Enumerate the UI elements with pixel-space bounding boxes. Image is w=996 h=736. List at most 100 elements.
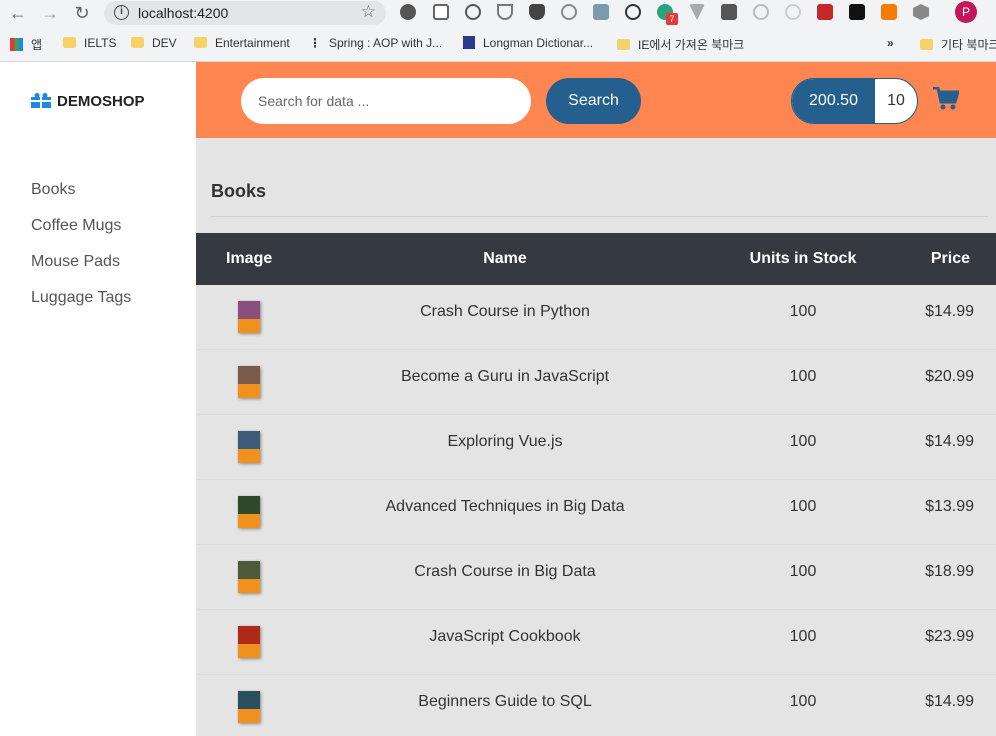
bookmark-folder[interactable]: IELTS xyxy=(63,36,116,52)
brand[interactable]: DEMOSHOP xyxy=(0,62,196,138)
product-stock: 100 xyxy=(789,563,817,580)
sidebar-item-books[interactable]: Books xyxy=(31,181,75,199)
back-icon[interactable]: ← xyxy=(6,2,30,24)
product-name[interactable]: Exploring Vue.js xyxy=(325,433,685,451)
product-stock: 100 xyxy=(789,628,817,645)
apps-grid-icon xyxy=(10,38,23,51)
table-row: Beginners Guide to SQL 100 $14.99 xyxy=(196,675,996,736)
address-url: localhost:4200 xyxy=(138,5,229,21)
product-name[interactable]: Advanced Techniques in Big Data xyxy=(325,498,685,516)
terminal-icon[interactable] xyxy=(849,4,865,20)
cart-quantity: 10 xyxy=(887,92,905,109)
folder-icon xyxy=(920,39,933,50)
sidebar-item-luggage-tags[interactable]: Luggage Tags xyxy=(31,289,131,307)
browser-nav-row: ← → ↻ i localhost:4200 ☆ 7 P xyxy=(0,0,996,28)
product-name[interactable]: Become a Guru in JavaScript xyxy=(325,368,685,386)
product-image[interactable] xyxy=(238,691,260,723)
bookmark-label: 앱 xyxy=(31,38,43,52)
product-table-body: Crash Course in Python 100 $14.99 Become a … xyxy=(196,285,996,736)
bookmark-star-icon[interactable]: ☆ xyxy=(361,2,376,22)
cart-status[interactable]: 200.50 10 xyxy=(791,78,918,124)
address-bar[interactable]: i localhost:4200 ☆ xyxy=(104,1,386,25)
product-image[interactable] xyxy=(238,626,260,658)
table-row: Advanced Techniques in Big Data 100 $13.99 xyxy=(196,480,996,545)
category-title: Books xyxy=(211,181,267,201)
product-name[interactable]: Crash Course in Python xyxy=(325,303,685,321)
bookmark-folder[interactable]: Entertainment xyxy=(194,36,290,52)
product-image-cover xyxy=(238,709,260,723)
site-info-icon[interactable]: i xyxy=(114,5,129,20)
extension-icon[interactable] xyxy=(817,4,833,20)
shopping-cart-icon[interactable] xyxy=(933,87,959,111)
divider xyxy=(211,216,988,217)
folder-icon xyxy=(63,37,76,48)
bookmark-folder[interactable]: IE에서 가져온 북마크 xyxy=(617,36,744,52)
extension-icon[interactable] xyxy=(913,4,929,20)
product-image-photo xyxy=(238,301,260,319)
product-name[interactable]: Crash Course in Big Data xyxy=(325,563,685,581)
brand-name: DEMOSHOP xyxy=(57,93,145,110)
extension-icon[interactable] xyxy=(433,4,449,20)
bookmark-folder[interactable]: DEV xyxy=(131,36,177,52)
forward-icon[interactable]: → xyxy=(38,2,62,24)
spring-icon: ⋮ xyxy=(309,36,321,50)
table-row: Exploring Vue.js 100 $14.99 xyxy=(196,415,996,480)
bookmark-link[interactable]: Longman Dictionar... xyxy=(463,36,593,52)
product-image-photo xyxy=(238,496,260,514)
bookmark-label: IELTS xyxy=(84,36,117,50)
product-price: $14.99 xyxy=(925,303,974,320)
product-image-photo xyxy=(238,431,260,449)
sidebar-item-mouse-pads[interactable]: Mouse Pads xyxy=(31,253,120,271)
profile-avatar[interactable]: P xyxy=(955,1,977,23)
gift-icon xyxy=(31,93,51,108)
app: DEMOSHOP Search 200.50 10 Books Coffee M… xyxy=(0,62,996,736)
product-stock: 100 xyxy=(789,303,817,320)
bookmark-label: Longman Dictionar... xyxy=(483,36,594,50)
product-image[interactable] xyxy=(238,431,260,463)
product-image[interactable] xyxy=(238,301,260,333)
product-price: $13.99 xyxy=(925,498,974,515)
product-price: $14.99 xyxy=(925,693,974,710)
extension-icon[interactable] xyxy=(400,4,416,20)
ublock-icon[interactable] xyxy=(529,4,545,20)
search-button[interactable]: Search xyxy=(546,78,641,124)
extension-icon[interactable] xyxy=(721,4,737,20)
globe-icon[interactable] xyxy=(561,4,577,20)
product-image-cover xyxy=(238,449,260,463)
vue-devtools-icon[interactable] xyxy=(689,4,705,20)
bookmark-link[interactable]: ⋮ Spring : AOP with J... xyxy=(309,36,442,52)
top-bar: Search 200.50 10 xyxy=(196,62,996,138)
bookmark-label: DEV xyxy=(152,36,177,50)
longman-icon xyxy=(463,36,475,49)
bookmark-label: 기타 북마크 xyxy=(941,38,996,52)
product-image[interactable] xyxy=(238,366,260,398)
product-image[interactable] xyxy=(238,496,260,528)
sidebar-item-coffee-mugs[interactable]: Coffee Mugs xyxy=(31,217,121,235)
product-name[interactable]: JavaScript Cookbook xyxy=(325,628,685,646)
product-name[interactable]: Beginners Guide to SQL xyxy=(325,693,685,711)
download-icon[interactable] xyxy=(593,4,609,20)
pocket-icon[interactable] xyxy=(497,4,513,20)
product-image[interactable] xyxy=(238,561,260,593)
product-stock: 100 xyxy=(789,433,817,450)
bookmarks-overflow-button[interactable]: » xyxy=(887,36,894,52)
table-row: Become a Guru in JavaScript 100 $20.99 xyxy=(196,350,996,415)
product-image-cover xyxy=(238,384,260,398)
extension-icon[interactable] xyxy=(625,4,641,20)
bookmark-label: Spring : AOP with J... xyxy=(329,36,443,50)
extension-icon[interactable] xyxy=(881,4,897,20)
extension-icon[interactable] xyxy=(465,4,481,20)
bookmark-label: Entertainment xyxy=(215,36,290,50)
product-image-photo xyxy=(238,626,260,644)
product-stock: 100 xyxy=(789,368,817,385)
reload-icon[interactable]: ↻ xyxy=(70,2,94,24)
bookmark-apps[interactable]: 앱 xyxy=(10,36,42,52)
folder-icon xyxy=(194,37,207,48)
product-price: $23.99 xyxy=(925,628,974,645)
product-stock: 100 xyxy=(789,498,817,515)
bookmark-folder[interactable]: 기타 북마크 xyxy=(920,36,996,52)
react-devtools-icon[interactable] xyxy=(785,4,801,20)
search-input[interactable] xyxy=(241,78,531,124)
product-image-cover xyxy=(238,514,260,528)
extension-icon[interactable] xyxy=(753,4,769,20)
